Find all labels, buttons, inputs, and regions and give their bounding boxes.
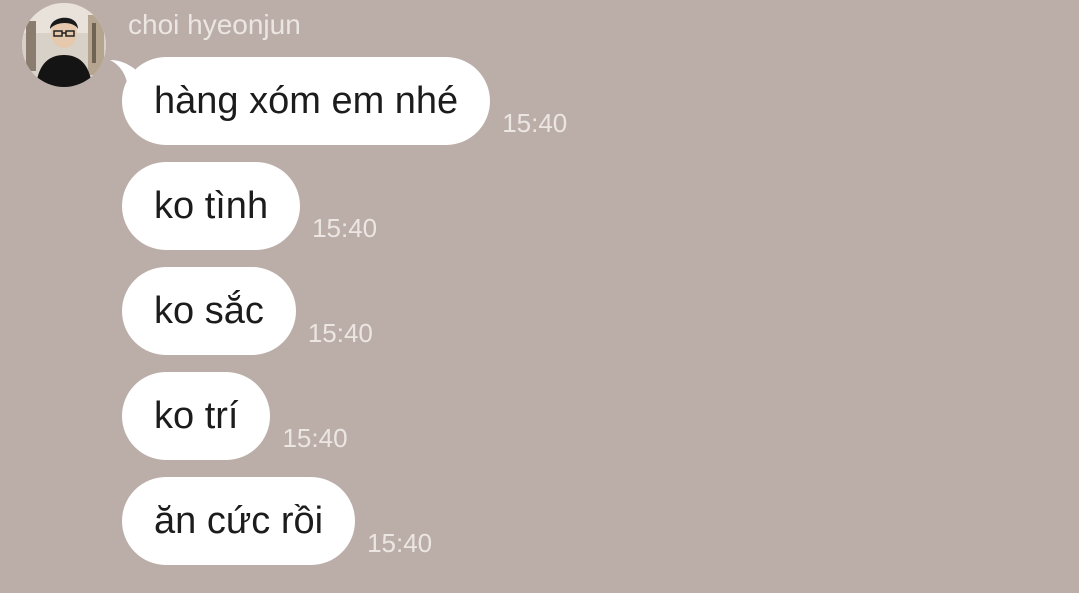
- message-bubble[interactable]: ko trí: [122, 372, 271, 460]
- message-bubble[interactable]: hàng xóm em nhé: [122, 57, 491, 145]
- message-bubble[interactable]: ko tình: [122, 162, 301, 250]
- message-bubble[interactable]: ăn cức rồi: [122, 477, 356, 565]
- avatar-photo: [22, 3, 106, 87]
- message-bubble[interactable]: ko sắc: [122, 267, 296, 355]
- message-row: ăn cức rồi 15:40: [122, 477, 432, 565]
- message-row: ko sắc 15:40: [122, 267, 373, 355]
- message-time: 15:40: [367, 528, 433, 558]
- message-time: 15:40: [282, 423, 348, 453]
- message-time: 15:40: [312, 213, 378, 243]
- avatar[interactable]: [22, 3, 106, 87]
- message-row: ko trí 15:40: [122, 372, 348, 460]
- message-time: 15:40: [307, 318, 373, 348]
- sender-name: choi hyeonjun: [128, 9, 301, 40]
- message-row: ko tình 15:40: [122, 162, 377, 250]
- message-row: hàng xóm em nhé 15:40: [122, 57, 567, 145]
- message-time: 15:40: [502, 108, 568, 138]
